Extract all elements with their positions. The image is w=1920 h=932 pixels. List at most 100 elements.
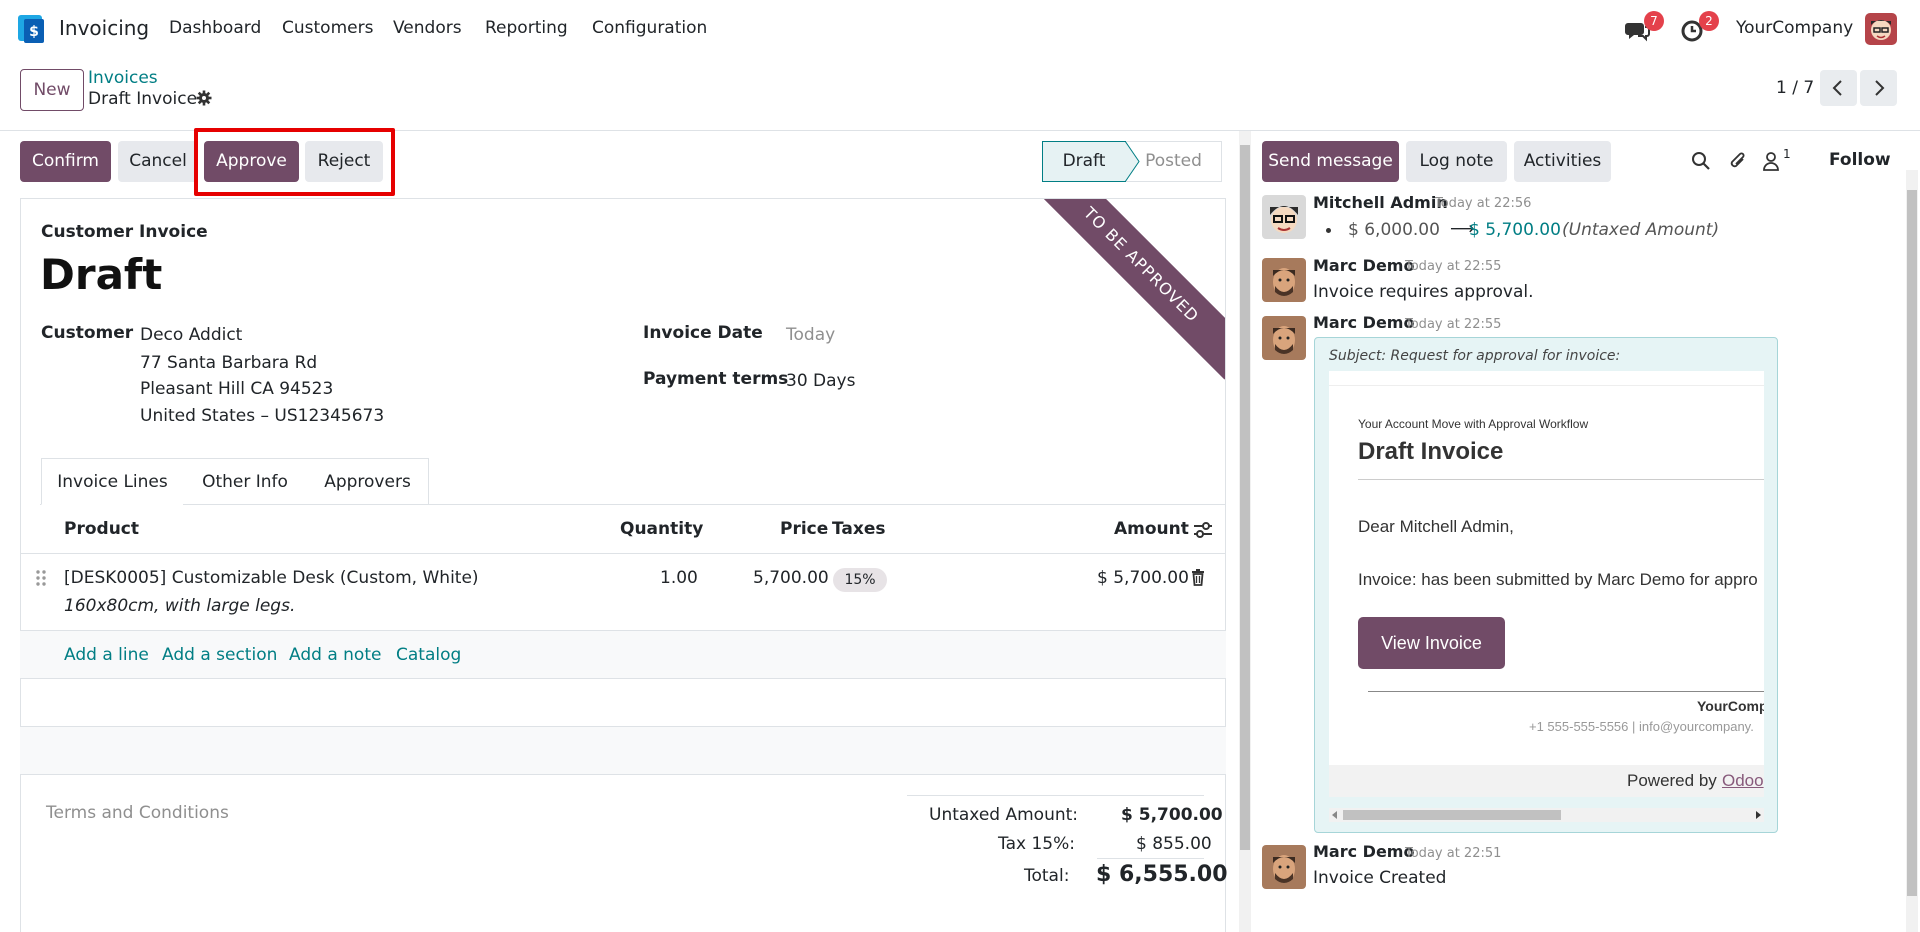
log-note-button[interactable]: Log note <box>1406 141 1507 182</box>
column-taxes[interactable]: Taxes <box>832 519 886 539</box>
message-body: Invoice requires approval. <box>1313 282 1534 302</box>
invoicing-app-icon[interactable]: $ <box>18 15 46 43</box>
powered-by-link[interactable]: Odoo <box>1722 771 1764 791</box>
search-icon[interactable] <box>1691 151 1711 171</box>
followers-button[interactable]: 1 <box>1762 147 1798 173</box>
customer-field[interactable]: Deco Addict <box>140 325 242 345</box>
message-author[interactable]: Mitchell Admin <box>1313 193 1448 212</box>
optional-columns-icon[interactable] <box>1193 521 1213 539</box>
email-content: Your Account Move with Approval Workflow… <box>1329 371 1764 797</box>
line-amount: $ 5,700.00 <box>1097 568 1189 588</box>
row-divider <box>20 678 1226 679</box>
breadcrumb-current: Draft Invoice <box>88 89 198 109</box>
marc-demo-avatar-icon <box>1262 845 1306 889</box>
customer-address-line-3: United States – US12345673 <box>140 406 385 426</box>
avatar[interactable] <box>1262 195 1306 239</box>
line-quantity[interactable]: 1.00 <box>660 568 698 588</box>
message-body: Invoice Created <box>1313 868 1447 888</box>
pager-next-button[interactable] <box>1860 70 1897 106</box>
add-note-link[interactable]: Add a note <box>289 645 381 665</box>
tab-invoice-lines[interactable]: Invoice Lines <box>41 458 184 505</box>
avatar[interactable] <box>1262 316 1306 360</box>
tracking-old-value: $ 6,000.00 <box>1348 220 1440 240</box>
column-product[interactable]: Product <box>64 519 139 539</box>
email-contact: +1 555-555-5556 | info@yourcompany. <box>1529 719 1754 734</box>
drag-handle-icon[interactable] <box>35 569 47 587</box>
user-avatar[interactable] <box>1865 13 1897 45</box>
activities-badge: 2 <box>1699 11 1719 31</box>
invoice-name: Draft <box>40 250 163 299</box>
line-tax-badge[interactable]: 15% <box>833 568 887 592</box>
column-quantity[interactable]: Quantity <box>620 519 703 539</box>
invoice-date-field[interactable]: Today <box>786 325 835 345</box>
scroll-left-arrow-icon[interactable] <box>1331 811 1339 819</box>
line-product[interactable]: [DESK0005] Customizable Desk (Custom, Wh… <box>64 568 479 588</box>
user-icon <box>1763 152 1779 171</box>
activities-chatter-button[interactable]: Activities <box>1514 141 1611 182</box>
activities-button[interactable]: 2 <box>1679 11 1719 45</box>
email-title: Draft Invoice <box>1358 438 1504 465</box>
message-author[interactable]: Marc Demo <box>1313 842 1414 861</box>
menu-reporting[interactable]: Reporting <box>485 18 568 38</box>
avatar[interactable] <box>1262 845 1306 889</box>
gear-icon[interactable] <box>196 90 212 106</box>
paperclip-icon[interactable] <box>1728 150 1748 172</box>
menu-configuration[interactable]: Configuration <box>592 18 707 38</box>
email-greeting: Dear Mitchell Admin, <box>1358 517 1514 536</box>
email-scrollbar-thumb[interactable] <box>1343 810 1561 820</box>
column-price[interactable]: Price <box>780 519 828 539</box>
trash-icon[interactable] <box>1191 569 1205 586</box>
chevron-right-icon <box>1875 80 1885 96</box>
messages-badge: 7 <box>1644 11 1664 31</box>
tab-approvers[interactable]: Approvers <box>307 458 429 505</box>
totals-divider <box>907 795 1204 796</box>
menu-dashboard[interactable]: Dashboard <box>169 18 261 38</box>
status-draft[interactable]: Draft <box>1042 141 1126 182</box>
view-invoice-button[interactable]: View Invoice <box>1358 617 1505 669</box>
tracking-new-value: $ 5,700.00 <box>1469 220 1561 240</box>
message-author[interactable]: Marc Demo <box>1313 313 1414 332</box>
line-description[interactable]: 160x80cm, with large legs. <box>64 596 295 616</box>
pager-value[interactable]: 1 / 7 <box>1776 78 1814 98</box>
bullet <box>1326 228 1331 233</box>
send-message-button[interactable]: Send message <box>1262 141 1399 182</box>
customer-address-line-2: Pleasant Hill CA 94523 <box>140 379 334 399</box>
column-amount[interactable]: Amount <box>1114 519 1189 539</box>
document-type: Customer Invoice <box>41 222 208 242</box>
messages-button[interactable]: 7 <box>1624 11 1664 45</box>
row-divider <box>20 630 1226 631</box>
form-scrollbar-thumb[interactable] <box>1240 145 1250 850</box>
user-avatar-icon <box>1865 13 1897 45</box>
tab-other-info[interactable]: Other Info <box>183 458 308 505</box>
breadcrumb-invoices[interactable]: Invoices <box>88 68 158 88</box>
cancel-button[interactable]: Cancel <box>118 141 198 182</box>
chatter-scrollbar-thumb[interactable] <box>1907 190 1917 896</box>
status-posted[interactable]: Posted <box>1126 141 1222 182</box>
catalog-link[interactable]: Catalog <box>396 645 461 665</box>
scroll-right-arrow-icon[interactable] <box>1754 811 1762 819</box>
message-author[interactable]: Marc Demo <box>1313 256 1414 275</box>
customer-address-line-1: 77 Santa Barbara Rd <box>140 353 318 373</box>
terms-and-conditions-field[interactable]: Terms and Conditions <box>46 803 229 823</box>
add-line-link[interactable]: Add a line <box>64 645 149 665</box>
follow-button[interactable]: Follow <box>1829 150 1891 170</box>
avatar[interactable] <box>1262 258 1306 302</box>
add-section-link[interactable]: Add a section <box>162 645 277 665</box>
tax-value: $ 855.00 <box>1136 834 1212 854</box>
email-horizontal-scrollbar[interactable] <box>1329 808 1764 822</box>
menu-customers[interactable]: Customers <box>282 18 373 38</box>
new-button[interactable]: New <box>20 69 84 111</box>
marc-demo-avatar-icon <box>1262 316 1306 360</box>
pager-previous-button[interactable] <box>1820 70 1857 106</box>
line-price[interactable]: 5,700.00 <box>753 568 829 588</box>
to-be-approved-ribbon: TO BE APPROVED <box>1026 199 1225 380</box>
menu-vendors[interactable]: Vendors <box>393 18 462 38</box>
message-time: Today at 22:56 <box>1435 196 1532 211</box>
app-name[interactable]: Invoicing <box>59 16 149 40</box>
confirm-button[interactable]: Confirm <box>20 141 111 182</box>
payment-terms-field[interactable]: 30 Days <box>786 371 855 391</box>
powered-by-text: Powered by <box>1627 771 1717 790</box>
email-footer-divider <box>1368 691 1764 692</box>
company-switcher[interactable]: YourCompany <box>1736 18 1853 38</box>
untaxed-amount-label: Untaxed Amount: <box>929 805 1079 825</box>
